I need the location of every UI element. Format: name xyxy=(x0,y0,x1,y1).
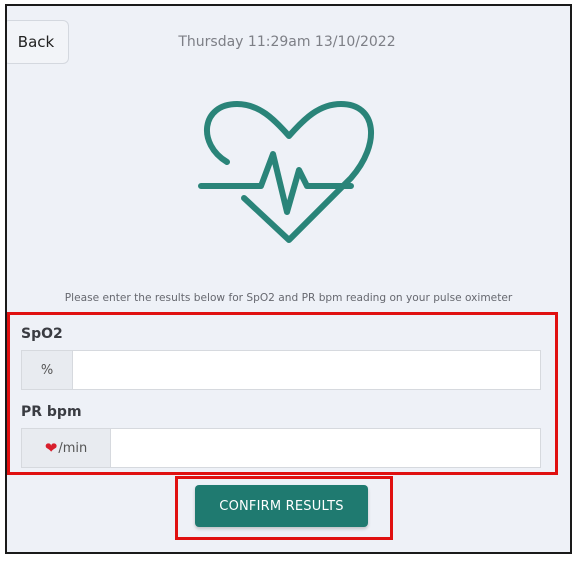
pr-unit: /min xyxy=(58,440,88,456)
heart-pulse-icon xyxy=(198,101,374,243)
spo2-unit: % xyxy=(22,351,73,389)
spo2-input-group: % xyxy=(21,350,541,390)
timestamp: Thursday 11:29am 13/10/2022 xyxy=(178,34,396,50)
back-button[interactable]: Back xyxy=(7,20,69,64)
heart-icon: ❤ xyxy=(44,439,58,457)
pr-bpm-input[interactable] xyxy=(111,429,540,467)
confirm-results-button[interactable]: CONFIRM RESULTS xyxy=(195,485,368,527)
pr-bpm-input-group: ❤ /min xyxy=(21,428,541,468)
instruction-text: Please enter the results below for SpO2 … xyxy=(64,292,513,304)
pr-unit-addon: ❤ /min xyxy=(22,429,111,467)
spo2-label: SpO2 xyxy=(21,326,63,342)
spo2-input[interactable] xyxy=(73,351,540,389)
pr-bpm-label: PR bpm xyxy=(21,404,82,420)
